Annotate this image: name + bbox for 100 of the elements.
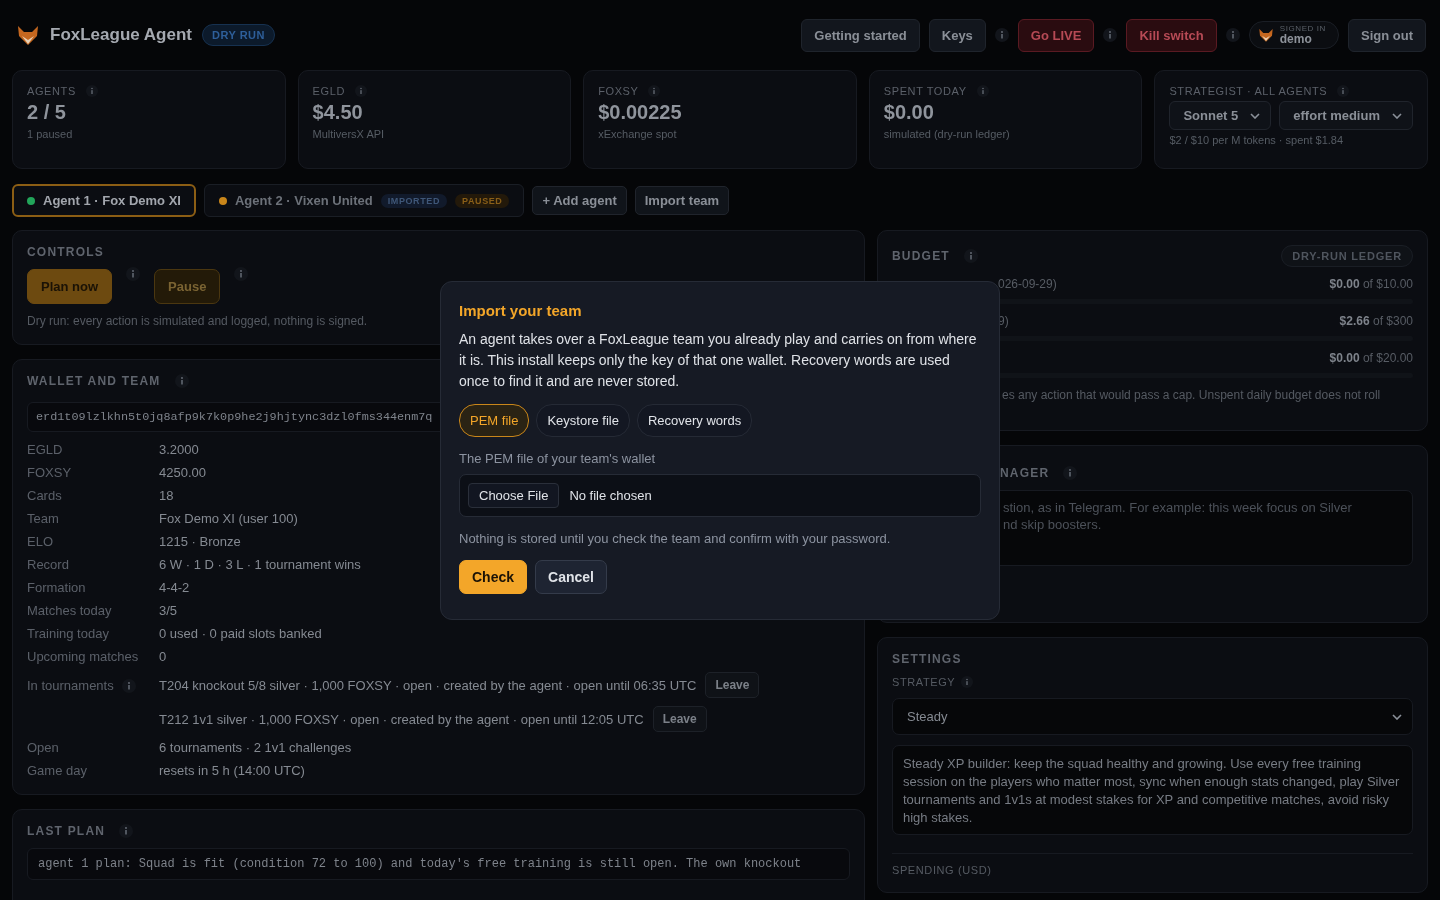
strategy-select[interactable]: Steady xyxy=(892,698,1413,735)
panel-title: LAST PLAN xyxy=(27,824,106,838)
row-label: Record xyxy=(27,557,69,572)
status-badge: IMPORTED xyxy=(380,193,447,208)
info-icon[interactable] xyxy=(976,85,989,97)
agent-tab[interactable]: Agent 2 · Vixen United IMPORTED PAUSED xyxy=(203,184,525,217)
row-label: Game day xyxy=(27,763,87,778)
budget-amount: $2.66 of $300 xyxy=(1339,314,1413,328)
header-button[interactable]: Go LIVE xyxy=(1017,18,1095,52)
info-icon[interactable] xyxy=(121,678,136,693)
info-icon[interactable] xyxy=(1103,28,1118,42)
row-value: 0 xyxy=(159,649,167,664)
header-button[interactable]: Keys xyxy=(928,18,986,52)
info-icon[interactable] xyxy=(1337,85,1350,97)
header-button[interactable]: Kill switch xyxy=(1126,18,1217,52)
row-label: EGLD xyxy=(27,442,63,457)
choose-file-button[interactable]: Choose File xyxy=(468,483,560,508)
model-select[interactable]: Sonnet 5 xyxy=(1169,101,1272,130)
dialog-button[interactable]: Cancel xyxy=(535,560,607,594)
stat-caption: xExchange spot xyxy=(598,128,678,140)
row-label: Matches today xyxy=(27,603,112,618)
tournament-entry: T212 1v1 silver · 1,000 FOXSY · open · created by the agent · open until 12:05 UTC xyxy=(159,711,644,727)
dialog-title: Import your team xyxy=(459,302,583,319)
method-option[interactable]: PEM file xyxy=(459,404,530,437)
agent-tab[interactable]: Agent 1 · Fox Demo XI xyxy=(12,184,196,217)
user-chip[interactable]: SIGNED IN demo xyxy=(1248,21,1339,49)
panel-title: SETTINGS xyxy=(892,652,963,666)
fox-logo-icon xyxy=(16,23,40,47)
dialog-button[interactable]: Check xyxy=(459,560,528,594)
row-value: 6 W · 1 D · 3 L · 1 tournament wins xyxy=(159,557,361,572)
field-label: SPENDING (USD) xyxy=(892,864,993,876)
info-icon[interactable] xyxy=(1225,28,1240,42)
stat-caption: simulated (dry-run ledger) xyxy=(883,128,1011,140)
info-icon[interactable] xyxy=(961,676,974,688)
row-value: 4250.00 xyxy=(159,465,206,480)
tournament-entry: T204 knockout 5/8 silver · 1,000 FOXSY · open · created by the agent · open until 06:35 UTC xyxy=(159,677,697,693)
row-value: 6 tournaments · 2 1v1 challenges xyxy=(159,740,352,755)
row-value: 18 xyxy=(159,488,174,503)
status-badge: PAUSED xyxy=(455,193,510,208)
row-label: ELO xyxy=(27,534,53,549)
row-value: 1215 · Bronze xyxy=(159,534,241,549)
info-icon[interactable] xyxy=(994,28,1009,42)
file-field[interactable]: Choose File No file chosen xyxy=(459,474,981,517)
file-status: No file chosen xyxy=(569,488,652,503)
stat-value: 2 / 5 xyxy=(27,101,67,124)
info-icon[interactable] xyxy=(174,374,189,388)
strategy-description-field[interactable]: Steady XP builder: keep the squad healthy and growing. Use every free training session on the players who matter most, sync when enough stats changed, play Silver tournaments and 1v1s at modest stakes for XP and competitive matches, avoid risky high stakes. xyxy=(892,745,1413,835)
row-value: 4-4-2 xyxy=(159,580,190,595)
row-label: Formation xyxy=(27,580,86,595)
dialog-text: An agent takes over a FoxLeague team you already play and carries on from where it is. This install keeps only the key of that one wallet. Recovery words are used once to find it and are never stored. xyxy=(459,330,978,391)
plan-log: agent 1 plan: Squad is fit (condition 72 to 100) and today's free training is still open. The own knockout xyxy=(27,848,850,880)
leave-button[interactable]: Leave xyxy=(652,706,707,732)
model-select[interactable]: effort medium xyxy=(1279,101,1413,130)
user-name: demo xyxy=(1279,33,1313,45)
stat-label: EGLD xyxy=(312,85,345,97)
info-icon[interactable] xyxy=(85,85,98,97)
row-label: In tournaments xyxy=(27,678,114,693)
signed-in-caption: SIGNED IN xyxy=(1279,25,1326,33)
row-value: 3/5 xyxy=(159,603,178,618)
leave-button[interactable]: Leave xyxy=(705,672,760,698)
budget-label: 026-09-29) xyxy=(998,277,1057,291)
stat-caption: $2 / $10 per M tokens · spent $1.84 xyxy=(1169,134,1345,146)
stat-value: $4.50 xyxy=(312,101,364,124)
control-button[interactable]: Pause xyxy=(154,269,221,304)
row-label: Open xyxy=(27,740,59,755)
info-icon[interactable] xyxy=(648,85,661,97)
stat-label: STRATEGIST · ALL AGENTS xyxy=(1169,85,1328,97)
panel-title: NAGER xyxy=(1000,466,1050,480)
info-icon[interactable] xyxy=(126,267,141,281)
controls-note: Dry run: every action is simulated and logged, nothing is signed. xyxy=(27,314,369,328)
row-label: Cards xyxy=(27,488,62,503)
row-label: Upcoming matches xyxy=(27,649,139,664)
row-value: 3.2000 xyxy=(159,442,199,457)
info-icon[interactable] xyxy=(1063,466,1078,480)
budget-amount: $0.00 of $20.00 xyxy=(1329,351,1413,365)
header-button[interactable]: Getting started xyxy=(801,18,920,52)
stat-label: FOXSY xyxy=(598,85,639,97)
chevron-icon xyxy=(1250,112,1261,119)
stat-value: $0.00225 xyxy=(598,101,683,124)
row-value: resets in 5 h (14:00 UTC) xyxy=(159,763,305,778)
row-label: FOXSY xyxy=(27,465,72,480)
method-option[interactable]: Keystore file xyxy=(536,404,630,437)
row-value: Fox Demo XI (user 100) xyxy=(159,511,298,526)
stat-label: AGENTS xyxy=(27,85,76,97)
method-option[interactable]: Recovery words xyxy=(636,404,753,437)
stat-caption: MultiversX API xyxy=(312,128,386,140)
sign-out-button[interactable]: Sign out xyxy=(1348,18,1426,52)
info-icon[interactable] xyxy=(119,824,134,838)
ledger-badge: DRY-RUN LEDGER xyxy=(1281,245,1413,267)
field-label: The PEM file of your team's wallet xyxy=(459,451,657,466)
dialog-note: Nothing is stored until you check the team and confirm with your password. xyxy=(459,531,892,546)
info-icon[interactable] xyxy=(234,267,249,281)
chevron-icon xyxy=(1392,713,1402,720)
budget-amount: $0.00 of $10.00 xyxy=(1329,277,1413,291)
agent-action-button[interactable]: + Add agent xyxy=(532,186,627,215)
field-label: STRATEGY xyxy=(892,676,956,688)
stat-label: SPENT TODAY xyxy=(883,85,967,97)
info-icon[interactable] xyxy=(963,249,978,263)
agent-action-button[interactable]: Import team xyxy=(634,186,730,215)
info-icon[interactable] xyxy=(354,85,367,97)
